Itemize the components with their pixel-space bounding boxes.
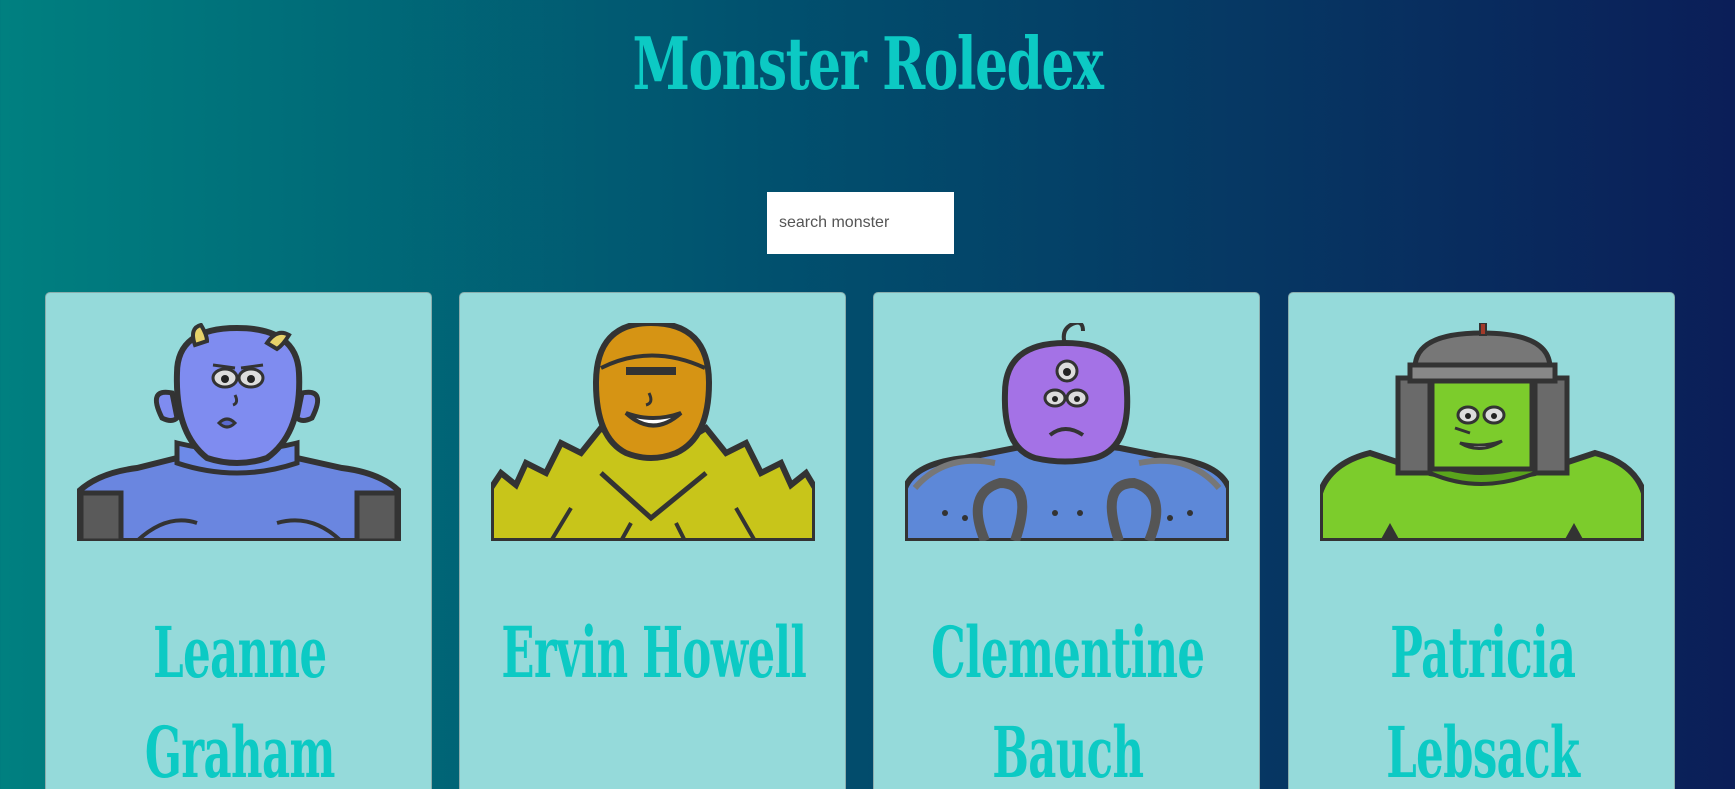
card-clementine-bauch[interactable]: Clementine Bauch (873, 292, 1260, 789)
card-leanne-graham[interactable]: Leanne Graham (45, 292, 432, 789)
avatar (1320, 323, 1644, 541)
app-root: Monster Roledex search monster Leanne Gr… (0, 0, 1735, 789)
monster-name: Ervin Howell (501, 603, 806, 703)
blue-horned-monster-icon (77, 323, 401, 541)
search-input[interactable] (767, 192, 954, 254)
monster-name-text: Patricia Lebsack (1386, 611, 1580, 789)
monster-name: Leanne Graham (120, 603, 360, 789)
monster-name-text: Clementine Bauch (931, 611, 1205, 789)
search-box (767, 192, 954, 254)
green-helmet-monster-icon (1320, 323, 1644, 541)
monster-name-text: Leanne Graham (144, 611, 336, 789)
avatar (491, 323, 815, 541)
monster-name-text: Ervin Howell (501, 611, 807, 694)
orange-spiky-monster-icon (491, 323, 815, 541)
avatar (905, 323, 1229, 541)
monster-name: Clementine Bauch (931, 603, 1205, 789)
page-title: Monster Roledex (632, 21, 1103, 106)
avatar (77, 323, 401, 541)
monster-name: Patricia Lebsack (1363, 603, 1603, 789)
purple-cyclops-robot-monster-icon (905, 323, 1229, 541)
card-patricia-lebsack[interactable]: Patricia Lebsack (1288, 292, 1675, 789)
card-ervin-howell[interactable]: Ervin Howell (459, 292, 846, 789)
card-list: Leanne Graham Ervin Howell Clementine Ba… (45, 292, 1677, 789)
